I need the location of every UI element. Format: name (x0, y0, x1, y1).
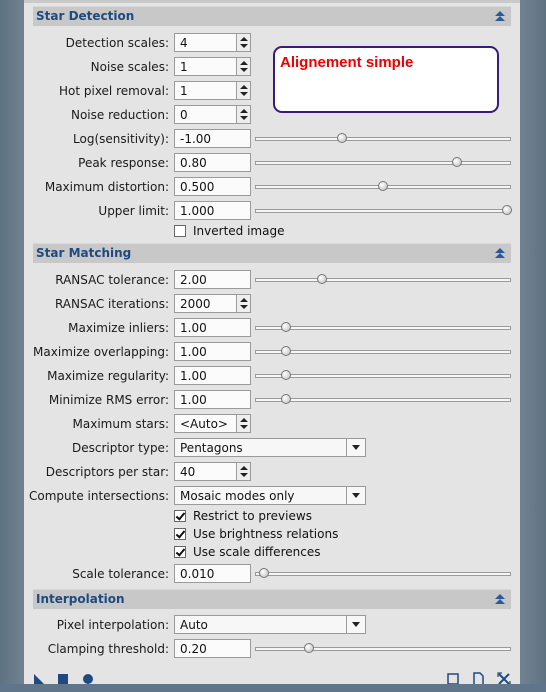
collapse-up-icon[interactable] (493, 246, 507, 260)
descriptors-per-star-label: Descriptors per star: (45, 465, 169, 479)
noise-scales-spinner[interactable] (237, 57, 251, 76)
noise-scales-label: Noise scales: (90, 60, 169, 74)
slider-knob[interactable] (281, 322, 292, 332)
maximize-inliers-label: Maximize inliers: (68, 321, 169, 335)
use-scale-differences-label: Use scale differences (193, 545, 321, 559)
pixel-interpolation-label: Pixel interpolation: (56, 618, 169, 632)
inverted-image-label: Inverted image (193, 224, 285, 238)
pixel-interpolation-select[interactable]: Auto (174, 615, 366, 634)
checkbox-box[interactable] (174, 528, 186, 540)
clamping-threshold-label: Clamping threshold: (47, 642, 169, 656)
descriptor-type-select[interactable]: Pentagons (174, 438, 366, 457)
maximize-overlapping-input[interactable]: 1.00 (174, 342, 251, 361)
log-sensitivity-input[interactable]: -1.00 (174, 129, 251, 148)
slider-knob[interactable] (337, 133, 348, 143)
section-star-detection[interactable]: Star Detection (33, 6, 511, 26)
select-value: Mosaic modes only (180, 489, 295, 503)
chevron-down-icon[interactable] (346, 487, 365, 504)
maximize-inliers-input[interactable]: 1.00 (174, 318, 251, 337)
scale-tolerance-input[interactable]: 0.010 (174, 564, 251, 583)
minimize-rms-error-slider[interactable] (255, 394, 511, 404)
checkbox-box[interactable] (174, 510, 186, 522)
section-interpolation[interactable]: Interpolation (33, 589, 511, 609)
clamping-threshold-slider[interactable] (255, 643, 511, 653)
upper-limit-input[interactable]: 1.000 (174, 201, 251, 220)
desktop-strip (0, 684, 546, 692)
hot-pixel-removal-input[interactable]: 1 (174, 81, 237, 100)
checkbox-box[interactable] (174, 225, 186, 237)
chevron-down-icon[interactable] (346, 616, 365, 633)
detection-scales-input[interactable]: 4 (174, 33, 237, 52)
slider-knob[interactable] (378, 181, 388, 191)
ransac-tolerance-input[interactable]: 2.00 (174, 270, 251, 289)
ransac-tolerance-label: RANSAC tolerance: (55, 273, 169, 287)
noise-reduction-input[interactable]: 0 (174, 105, 237, 124)
compute-intersections-label: Compute intersections: (28, 489, 169, 503)
minimize-rms-error-input[interactable]: 1.00 (174, 390, 251, 409)
slider-knob[interactable] (258, 568, 269, 578)
minimize-rms-error-label: Minimize RMS error: (48, 393, 169, 407)
maximum-distortion-label: Maximum distortion: (44, 180, 169, 194)
noise-scales-input[interactable]: 1 (174, 57, 237, 76)
maximum-distortion-input[interactable]: 0.500 (174, 177, 251, 196)
hot-pixel-removal-spinner[interactable] (237, 81, 251, 100)
select-value: Pentagons (180, 441, 243, 455)
select-value: Auto (180, 618, 208, 632)
peak-response-input[interactable]: 0.80 (174, 153, 251, 172)
upper-limit-label: Upper limit: (98, 204, 169, 218)
maximum-distortion-slider[interactable] (255, 181, 511, 191)
slider-knob[interactable] (281, 346, 292, 356)
checkbox-box[interactable] (174, 546, 186, 558)
slider-knob[interactable] (281, 394, 292, 404)
maximize-overlapping-slider[interactable] (255, 346, 511, 356)
scale-tolerance-slider[interactable] (255, 568, 511, 578)
scale-tolerance-label: Scale tolerance: (72, 567, 169, 581)
descriptors-per-star-spinner[interactable] (237, 462, 251, 481)
detection-scales-spinner[interactable] (237, 33, 251, 52)
slider-knob[interactable] (451, 157, 462, 167)
slider-knob[interactable] (317, 274, 328, 284)
maximum-stars-spinner[interactable] (237, 414, 251, 433)
section-title: Star Detection (36, 9, 135, 23)
noise-reduction-label: Noise reduction: (70, 108, 169, 122)
maximize-regularity-input[interactable]: 1.00 (174, 366, 251, 385)
ransac-tolerance-slider[interactable] (255, 274, 511, 284)
ransac-iterations-label: RANSAC iterations: (54, 297, 169, 311)
log-sensitivity-label: Log(sensitivity): (73, 132, 169, 146)
maximize-regularity-slider[interactable] (255, 370, 511, 380)
slider-knob[interactable] (502, 205, 513, 215)
restrict-to-previews-label: Restrict to previews (193, 509, 312, 523)
maximum-stars-input[interactable]: <Auto> (174, 414, 237, 433)
slider-knob[interactable] (281, 370, 292, 380)
section-star-matching[interactable]: Star Matching (33, 243, 511, 263)
descriptor-type-label: Descriptor type: (71, 441, 169, 455)
maximize-regularity-label: Maximize regularity: (47, 369, 169, 383)
log-sensitivity-slider[interactable] (255, 133, 511, 143)
use-brightness-relations-label: Use brightness relations (193, 527, 339, 541)
section-title: Interpolation (36, 592, 125, 606)
image-registration-panel: Star Detection Detection scales: 4 Noise… (24, 0, 520, 692)
maximize-overlapping-label: Maximize overlapping: (33, 345, 169, 359)
chevron-down-icon[interactable] (346, 439, 365, 456)
section-title: Star Matching (36, 246, 132, 260)
upper-limit-slider[interactable] (255, 205, 513, 215)
detection-scales-label: Detection scales: (65, 36, 169, 50)
descriptors-per-star-input[interactable]: 40 (174, 462, 237, 481)
maximize-inliers-slider[interactable] (255, 322, 511, 332)
clamping-threshold-input[interactable]: 0.20 (174, 639, 251, 658)
noise-reduction-spinner[interactable] (237, 105, 251, 124)
collapse-up-icon[interactable] (493, 592, 507, 606)
slider-knob[interactable] (304, 643, 315, 653)
top-border (24, 0, 520, 3)
hot-pixel-removal-label: Hot pixel removal: (58, 84, 169, 98)
peak-response-label: Peak response: (78, 156, 169, 170)
compute-intersections-select[interactable]: Mosaic modes only (174, 486, 366, 505)
annotation-box: Alignement simple (273, 46, 499, 113)
ransac-iterations-spinner[interactable] (237, 294, 251, 313)
ransac-iterations-input[interactable]: 2000 (174, 294, 237, 313)
annotation-text: Alignement simple (280, 54, 414, 71)
peak-response-slider[interactable] (255, 157, 511, 167)
collapse-up-icon[interactable] (493, 9, 507, 23)
maximum-stars-label: Maximum stars: (72, 417, 169, 431)
